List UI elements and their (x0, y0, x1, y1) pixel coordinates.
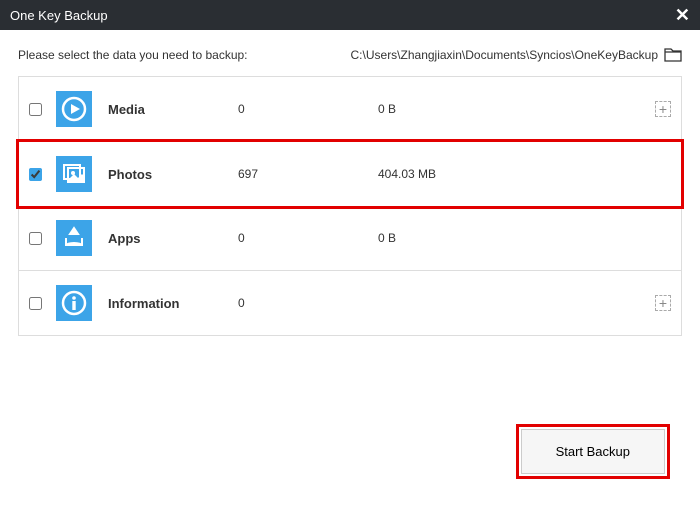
checkbox-media[interactable] (29, 103, 42, 116)
start-backup-button[interactable]: Start Backup (521, 429, 665, 474)
row-name: Apps (108, 231, 238, 246)
checkbox-apps[interactable] (29, 232, 42, 245)
add-icon[interactable]: + (655, 101, 671, 117)
info-icon (56, 285, 92, 321)
backup-list: Media00 B+Photos697404.03 MBApps00 BInfo… (18, 76, 682, 336)
apps-icon (56, 220, 92, 256)
backup-path: C:\Users\Zhangjiaxin\Documents\Syncios\O… (351, 48, 658, 62)
list-row-information[interactable]: Information0 + (19, 271, 681, 335)
list-row-media[interactable]: Media00 B + (19, 77, 681, 142)
window-title: One Key Backup (10, 8, 108, 23)
folder-icon[interactable] (664, 48, 682, 62)
row-count: 697 (238, 167, 378, 181)
row-name: Media (108, 102, 238, 117)
photos-icon (56, 156, 92, 192)
row-name: Photos (108, 167, 238, 182)
media-icon (56, 91, 92, 127)
row-count: 0 (238, 102, 378, 116)
row-count: 0 (238, 296, 378, 310)
row-size: 0 B (378, 102, 518, 116)
prompt-text: Please select the data you need to backu… (18, 48, 248, 62)
checkbox-information[interactable] (29, 297, 42, 310)
add-icon[interactable]: + (655, 295, 671, 311)
checkbox-photos[interactable] (29, 168, 42, 181)
row-size: 0 B (378, 231, 518, 245)
list-row-photos[interactable]: Photos697404.03 MB (16, 139, 684, 209)
row-count: 0 (238, 231, 378, 245)
row-size: 404.03 MB (378, 167, 518, 181)
titlebar: One Key Backup ✕ (0, 0, 700, 30)
list-row-apps[interactable]: Apps00 B (19, 206, 681, 271)
row-name: Information (108, 296, 238, 311)
close-icon[interactable]: ✕ (675, 5, 690, 26)
